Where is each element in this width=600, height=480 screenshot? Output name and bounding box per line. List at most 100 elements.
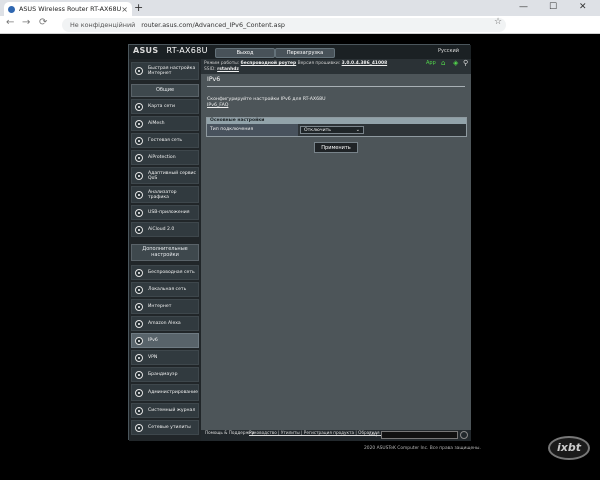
screenshot: ASUS Wireless Router RT-AX68U × + — ☐ ✕ … xyxy=(0,0,600,480)
sidebar-item-label: Брандмауэр xyxy=(148,372,178,377)
asus-logo: ASUS RT-AX68U xyxy=(133,46,208,55)
usb-icon xyxy=(135,208,143,217)
sidebar-section-advanced: Дополнительные настройки xyxy=(131,244,199,261)
back-icon[interactable]: ← xyxy=(6,17,14,28)
sidebar-item-label: Быстрая настройка Интернет xyxy=(148,66,196,76)
sidebar-section-general: Общие xyxy=(131,84,199,97)
tab-close-button[interactable]: × xyxy=(121,5,128,14)
sidebar-item-ipv6[interactable]: IPv6 xyxy=(131,333,199,348)
lan-icon xyxy=(135,285,143,294)
usb-status-icon[interactable]: ⚲ xyxy=(463,60,468,67)
router-status-icon[interactable]: ⌂ xyxy=(441,60,445,67)
faq-search-input[interactable] xyxy=(381,431,458,439)
basic-settings-table: Основные настройки Тип подключения Отклю… xyxy=(206,117,467,137)
sidebar-item-aimesh[interactable]: AiMesh xyxy=(131,116,199,131)
sidebar-item-aicloud[interactable]: AiCloud 2.0 xyxy=(131,222,199,237)
operation-mode-link[interactable]: беспроводной роутер xyxy=(241,61,297,66)
logout-button[interactable]: Выход xyxy=(215,48,275,58)
tab-title: ASUS Wireless Router RT-AX68U xyxy=(19,5,122,13)
sidebar-item-usb-applications[interactable]: USB-приложения xyxy=(131,205,199,220)
wireless-icon xyxy=(135,268,143,277)
new-tab-button[interactable]: + xyxy=(134,1,143,14)
ssid-label: SSID: xyxy=(204,66,216,72)
table-row: Тип подключения Отключить ⌄ xyxy=(207,124,466,136)
app-label[interactable]: App xyxy=(426,60,436,67)
maximize-icon[interactable]: ☐ xyxy=(549,2,557,12)
main-content: IPv6 Сконфигурируйте настройки IPv6 для … xyxy=(201,74,471,431)
url-text: router.asus.com/Advanced_IPv6_Content.as… xyxy=(141,21,285,29)
sidebar-item-system-log[interactable]: Системный журнал xyxy=(131,403,199,418)
router-status-bar: Режим работы: беспроводной роутер Версия… xyxy=(201,59,471,74)
system-log-icon xyxy=(135,406,143,415)
vpn-icon xyxy=(135,353,143,362)
sidebar-item-quick-setup[interactable]: Быстрая настройка Интернет xyxy=(131,62,199,80)
close-window-icon[interactable]: ✕ xyxy=(579,2,587,12)
watermark-logo: ixbt xyxy=(548,436,590,460)
title-divider xyxy=(207,86,465,87)
sidebar-item-lan[interactable]: Локальная сеть xyxy=(131,282,199,297)
sidebar-item-wan[interactable]: Интернет xyxy=(131,299,199,314)
router-footer: Помощь & Поддержка Руководство | Утилиты… xyxy=(201,430,471,441)
sidebar-item-wireless[interactable]: Беспроводная сеть xyxy=(131,265,199,280)
minimize-icon[interactable]: — xyxy=(519,2,528,12)
address-bar[interactable]: Не конфіденційний router.asus.com/Advanc… xyxy=(62,18,506,32)
connection-type-value: Отключить xyxy=(304,128,331,133)
sidebar-item-label: Администрирование xyxy=(148,390,198,395)
sidebar-item-label: Интернет xyxy=(148,304,172,309)
sidebar-item-aiprotection[interactable]: AiProtection xyxy=(131,150,199,165)
security-warning-label: Не конфіденційний xyxy=(70,21,136,29)
ipv6-faq-link[interactable]: IPv6_FAQ xyxy=(207,103,228,108)
connection-type-select[interactable]: Отключить ⌄ xyxy=(300,126,364,134)
sidebar-item-label: AiCloud 2.0 xyxy=(148,227,175,232)
logo-text: ASUS xyxy=(133,46,159,55)
operation-mode-label: Режим работы: xyxy=(204,61,240,66)
search-icon[interactable] xyxy=(460,431,468,439)
connection-type-cell: Отключить ⌄ xyxy=(298,124,466,136)
help-support-link[interactable]: Помощь & Поддержка xyxy=(205,430,254,436)
connection-type-label: Тип подключения xyxy=(207,124,298,136)
sidebar-item-guest-network[interactable]: Гостевая сеть xyxy=(131,133,199,148)
bookmark-star-icon[interactable]: ☆ xyxy=(494,17,502,27)
firewall-icon xyxy=(135,370,143,379)
network-map-icon xyxy=(135,102,143,111)
page-title: IPv6 xyxy=(207,76,221,83)
sidebar-item-label: Беспроводная сеть xyxy=(148,270,195,275)
sidebar-item-label: Локальная сеть xyxy=(148,287,187,292)
forward-icon[interactable]: → xyxy=(22,17,30,28)
sidebar-item-traffic-analyzer[interactable]: Анализатор трафика xyxy=(131,186,199,203)
sidebar-item-network-map[interactable]: Карта сети xyxy=(131,99,199,114)
sidebar-item-label: Анализатор трафика xyxy=(148,189,177,200)
ipv6-icon xyxy=(135,336,143,345)
sidebar-item-label: USB-приложения xyxy=(148,210,190,215)
chevron-down-icon: ⌄ xyxy=(355,127,360,133)
traffic-analyzer-icon xyxy=(135,190,143,199)
network-tools-icon xyxy=(135,423,143,432)
quick-setup-icon xyxy=(135,67,143,75)
internet-status-icon[interactable]: ◈ xyxy=(453,60,458,67)
firmware-link[interactable]: 3.0.0.4.386_41008 xyxy=(342,61,388,66)
sidebar-item-firewall[interactable]: Брандмауэр xyxy=(131,367,199,382)
aiprotection-icon xyxy=(135,153,143,162)
apply-button[interactable]: Применить xyxy=(314,142,358,153)
sidebar-item-label: Адаптивный сервис QoS xyxy=(148,170,197,181)
language-selector[interactable]: Русский xyxy=(438,48,459,54)
sidebar-item-vpn[interactable]: VPN xyxy=(131,350,199,365)
ssid-link[interactable]: rstanhdz xyxy=(217,67,239,72)
administration-icon xyxy=(135,388,143,397)
sidebar-item-network-tools[interactable]: Сетевые утилиты xyxy=(131,420,199,435)
router-admin-panel: ASUS RT-AX68U Выход Перезагрузка Русский… xyxy=(128,44,471,441)
model-name: RT-AX68U xyxy=(166,46,208,55)
sidebar-item-amazon-alexa[interactable]: Amazon Alexa xyxy=(131,316,199,331)
sidebar-item-label: Системный журнал xyxy=(148,408,196,413)
sidebar-item-label: AiProtection xyxy=(148,155,176,160)
firmware-label: Версия прошивки: xyxy=(297,61,341,66)
reboot-button[interactable]: Перезагрузка xyxy=(275,48,335,58)
globe-icon xyxy=(135,302,143,311)
browser-tab[interactable]: ASUS Wireless Router RT-AX68U × xyxy=(4,2,132,16)
sidebar-item-administration[interactable]: Администрирование xyxy=(131,384,199,401)
sidebar-item-qos[interactable]: Адаптивный сервис QoS xyxy=(131,167,199,184)
sidebar-item-label: Гостевая сеть xyxy=(148,138,183,143)
copyright-text: 2020 ASUSTeK Computer Inc. Все права защ… xyxy=(364,446,481,451)
router-sidebar: Быстрая настройка Интернет Общие Карта с… xyxy=(129,59,201,441)
reload-icon[interactable]: ⟳ xyxy=(39,17,47,28)
